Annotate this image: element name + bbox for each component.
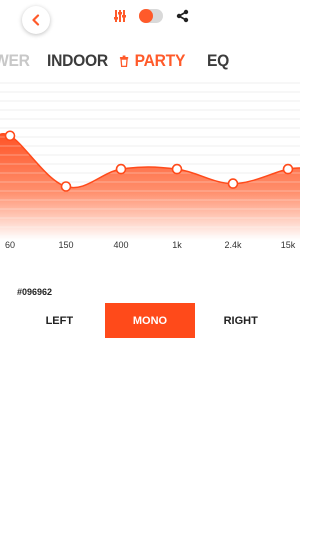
frequency-tick-label: 150 — [58, 240, 74, 250]
channel-mono-button[interactable]: MONO — [104, 303, 196, 338]
tab-label: EQ — [207, 51, 230, 70]
eq-area-fill — [0, 133, 300, 240]
tab-indoor[interactable]: INDOOR — [47, 51, 108, 71]
frequency-tick-label: 1k — [172, 240, 182, 250]
back-button[interactable] — [22, 6, 50, 34]
frequency-tick-label: 2.4k — [224, 240, 242, 250]
preset-tabs: WER INDOOR PARTY EQ — [0, 51, 300, 73]
channel-selector: LEFT MONO RIGHT — [14, 303, 286, 338]
tab-label: WER — [0, 51, 30, 70]
share-icon[interactable] — [175, 8, 189, 24]
frequency-axis: 60 150 400 1k 2.4k 15k — [0, 240, 300, 254]
eq-band-handle-15k[interactable] — [282, 163, 294, 175]
channel-left-button[interactable]: LEFT — [14, 303, 105, 338]
channel-right-button[interactable]: RIGHT — [195, 303, 286, 338]
trash-icon[interactable] — [119, 55, 129, 67]
preset-id-label: #096962 — [17, 287, 53, 297]
eq-band-handle-150[interactable] — [60, 181, 72, 192]
frequency-tick-label: 400 — [113, 240, 129, 250]
eq-band-handle-1k[interactable] — [171, 163, 183, 175]
eq-band-handle-2.4k[interactable] — [227, 178, 239, 189]
toggle-knob — [139, 9, 153, 23]
chevron-left-icon — [32, 14, 40, 26]
tab-label: PARTY — [134, 51, 186, 70]
eq-band-handle-400[interactable] — [115, 163, 127, 175]
tab-eq[interactable]: EQ — [207, 51, 229, 71]
sliders-icon[interactable] — [113, 8, 127, 24]
top-toolbar — [113, 8, 189, 24]
frequency-tick-label: 60 — [4, 240, 16, 250]
frequency-tick-label: 15k — [280, 240, 296, 250]
tab-party[interactable]: PARTY — [119, 51, 185, 71]
eq-curve-chart[interactable] — [0, 80, 300, 240]
eq-screen: { "colors": { "accent": "#ff4a1a", "acce… — [0, 0, 300, 533]
eq-band-handle-60[interactable] — [4, 130, 16, 142]
tab-label: INDOOR — [47, 51, 108, 70]
eq-toggle-switch[interactable] — [139, 9, 163, 23]
tab-wer[interactable]: WER — [0, 51, 30, 71]
